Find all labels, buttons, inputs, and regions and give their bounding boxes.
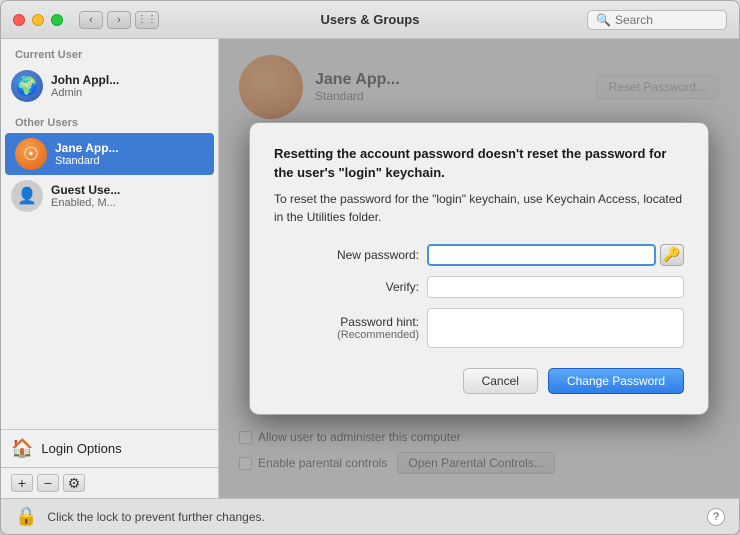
new-password-row: New password: 🔑: [274, 244, 684, 266]
grid-button[interactable]: ⋮⋮: [135, 11, 159, 29]
house-icon: 🏠: [11, 438, 33, 459]
hint-label-text: Password hint:: [340, 315, 419, 329]
traffic-lights: [13, 14, 63, 26]
login-options-item[interactable]: 🏠 Login Options: [1, 429, 218, 467]
cancel-button[interactable]: Cancel: [463, 368, 538, 394]
hint-input[interactable]: [427, 308, 684, 348]
search-icon: 🔍: [596, 13, 611, 27]
forward-button[interactable]: ›: [107, 11, 131, 29]
verify-label: Verify:: [274, 280, 419, 294]
verify-row: Verify:: [274, 276, 684, 298]
bottom-bar: 🔒 Click the lock to prevent further chan…: [1, 498, 739, 534]
back-button[interactable]: ‹: [79, 11, 103, 29]
sidebar-item-role-jane: Standard: [55, 155, 119, 167]
search-box[interactable]: 🔍: [587, 10, 727, 30]
bottom-text: Click the lock to prevent further change…: [47, 510, 697, 524]
lock-icon[interactable]: 🔒: [15, 506, 37, 527]
verify-input[interactable]: [427, 276, 684, 298]
modal-dialog: Resetting the account password doesn't r…: [249, 122, 709, 414]
avatar-guest: 👤: [11, 180, 43, 212]
verify-input-wrap: [427, 276, 684, 298]
sidebar-item-name-john: John Appl...: [51, 73, 119, 87]
modal-overlay: Resetting the account password doesn't r…: [219, 39, 739, 498]
add-user-button[interactable]: +: [11, 474, 33, 492]
sidebar-item-guest[interactable]: 👤 Guest Use... Enabled, M...: [1, 175, 218, 217]
avatar-jane: ☉: [15, 138, 47, 170]
sidebar-item-info-guest: Guest Use... Enabled, M...: [51, 183, 120, 209]
sidebar-item-info-jane: Jane App... Standard: [55, 141, 119, 167]
sidebar-item-jane[interactable]: ☉ Jane App... Standard: [5, 133, 214, 175]
login-options-label: Login Options: [41, 441, 121, 456]
nav-buttons: ‹ ›: [79, 11, 131, 29]
sidebar-item-info-john: John Appl... Admin: [51, 73, 119, 99]
modal-title: Resetting the account password doesn't r…: [274, 145, 684, 181]
modal-buttons: Cancel Change Password: [274, 368, 684, 394]
maximize-button[interactable]: [51, 14, 63, 26]
avatar-john: 🌍: [11, 70, 43, 102]
sidebar-spacer: [1, 217, 218, 429]
hint-label-wrap: Password hint: (Recommended): [274, 315, 419, 341]
modal-form: New password: 🔑 Verify:: [274, 244, 684, 348]
sidebar: Current User 🌍 John Appl... Admin Other …: [1, 39, 219, 498]
other-users-label: Other Users: [1, 107, 218, 133]
new-password-input[interactable]: [427, 244, 656, 266]
main-panel: Jane App... Standard Reset Password... A…: [219, 39, 739, 498]
avatar-icon-jane: ☉: [23, 144, 39, 165]
close-button[interactable]: [13, 14, 25, 26]
content: Current User 🌍 John Appl... Admin Other …: [1, 39, 739, 498]
avatar-icon-guest: 👤: [17, 186, 37, 206]
window: ‹ › ⋮⋮ Users & Groups 🔍 Current User 🌍 J…: [0, 0, 740, 535]
sidebar-item-role-john: Admin: [51, 87, 119, 99]
new-password-input-wrap: 🔑: [427, 244, 684, 266]
minimize-button[interactable]: [32, 14, 44, 26]
sidebar-toolbar: + − ⚙: [1, 467, 218, 498]
gear-button[interactable]: ⚙: [63, 474, 85, 492]
hint-row: Password hint: (Recommended): [274, 308, 684, 348]
hint-sublabel-text: (Recommended): [337, 329, 419, 341]
remove-user-button[interactable]: −: [37, 474, 59, 492]
sidebar-item-name-guest: Guest Use...: [51, 183, 120, 197]
avatar-icon-john: 🌍: [16, 76, 38, 97]
help-button[interactable]: ?: [707, 508, 725, 526]
key-button[interactable]: 🔑: [660, 244, 684, 266]
hint-input-wrap: [427, 308, 684, 348]
current-user-label: Current User: [1, 39, 218, 65]
new-password-label: New password:: [274, 248, 419, 262]
sidebar-item-role-guest: Enabled, M...: [51, 197, 120, 209]
change-password-button[interactable]: Change Password: [548, 368, 684, 394]
search-input[interactable]: [615, 13, 718, 27]
titlebar: ‹ › ⋮⋮ Users & Groups 🔍: [1, 1, 739, 39]
window-title: Users & Groups: [321, 12, 420, 27]
sidebar-item-john[interactable]: 🌍 John Appl... Admin: [1, 65, 218, 107]
modal-description: To reset the password for the "login" ke…: [274, 190, 684, 226]
sidebar-item-name-jane: Jane App...: [55, 141, 119, 155]
